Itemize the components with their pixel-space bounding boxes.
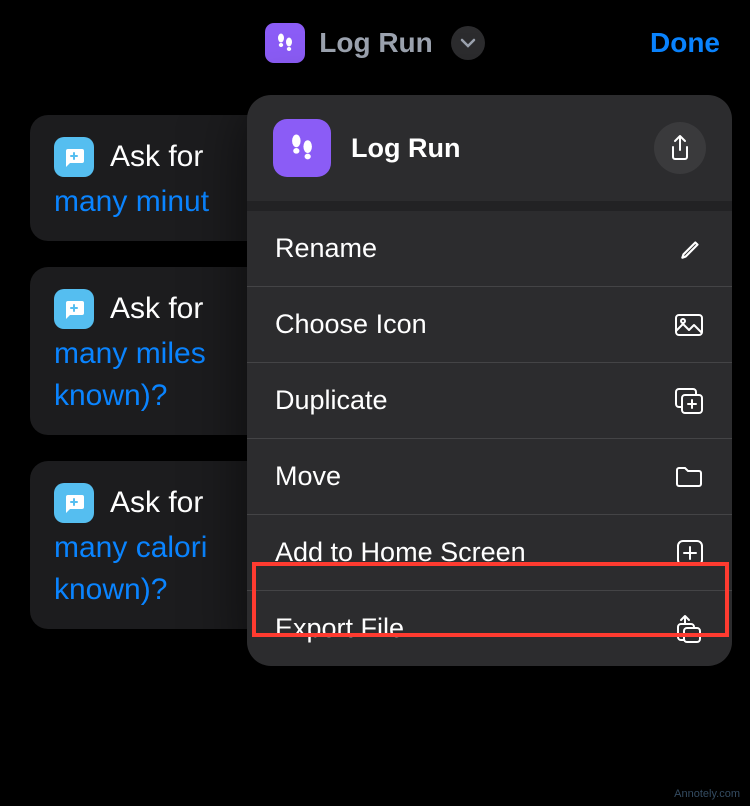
- ask-icon-box: [54, 137, 94, 177]
- image-icon: [674, 313, 704, 337]
- menu-label: Move: [275, 461, 341, 492]
- duplicate-icon: [674, 387, 704, 415]
- menu-label: Rename: [275, 233, 377, 264]
- message-plus-icon: [62, 297, 86, 321]
- menu-item-add-home-screen[interactable]: Add to Home Screen: [247, 515, 732, 591]
- ask-icon-box: [54, 483, 94, 523]
- header-center: Log Run: [265, 23, 485, 63]
- message-plus-icon: [62, 491, 86, 515]
- menu-label: Add to Home Screen: [275, 537, 526, 568]
- plus-square-icon: [676, 539, 704, 567]
- footprints-icon: [285, 131, 319, 165]
- message-plus-icon: [62, 145, 86, 169]
- sheet-header: Log Run: [247, 95, 732, 201]
- menu-items: Rename Choose Icon Duplicate Move: [247, 211, 732, 666]
- folder-icon: [674, 465, 704, 489]
- app-icon: [273, 119, 331, 177]
- page-title: Log Run: [319, 27, 433, 59]
- title-dropdown-button[interactable]: [451, 26, 485, 60]
- action-label: Ask for: [110, 140, 203, 174]
- header-bar: Log Run Done: [0, 0, 750, 85]
- share-button[interactable]: [654, 122, 706, 174]
- divider: [247, 201, 732, 211]
- done-button[interactable]: Done: [650, 27, 720, 59]
- footprints-icon: [273, 31, 297, 55]
- watermark: Annotely.com: [674, 788, 740, 800]
- menu-item-choose-icon[interactable]: Choose Icon: [247, 287, 732, 363]
- export-icon: [674, 614, 704, 644]
- menu-label: Duplicate: [275, 385, 388, 416]
- pencil-icon: [678, 236, 704, 262]
- share-icon: [668, 134, 692, 162]
- sheet-title: Log Run: [351, 133, 634, 164]
- chevron-down-icon: [460, 38, 476, 48]
- action-label: Ask for: [110, 292, 203, 326]
- ask-icon-box: [54, 289, 94, 329]
- action-label: Ask for: [110, 486, 203, 520]
- app-icon: [265, 23, 305, 63]
- menu-item-move[interactable]: Move: [247, 439, 732, 515]
- context-menu-sheet: Log Run Rename Choose Icon Duplicate: [247, 95, 732, 666]
- menu-label: Export File: [275, 613, 404, 644]
- menu-item-export-file[interactable]: Export File: [247, 591, 732, 666]
- menu-item-rename[interactable]: Rename: [247, 211, 732, 287]
- menu-label: Choose Icon: [275, 309, 427, 340]
- menu-item-duplicate[interactable]: Duplicate: [247, 363, 732, 439]
